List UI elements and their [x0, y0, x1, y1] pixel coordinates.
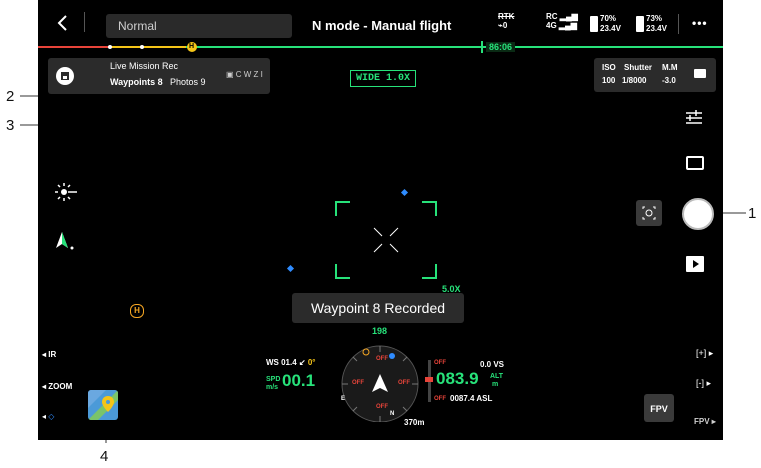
altitude-unit: ALT m: [490, 373, 504, 388]
waypoint-direction-dot: [389, 353, 395, 359]
mm-label: M.M: [662, 63, 678, 72]
fpv-toggle[interactable]: FPV ▸: [694, 417, 716, 426]
obstacle-off-left: OFF: [352, 380, 364, 386]
remaining-flight-time: 86:06: [486, 42, 516, 52]
obstacle-off-right: OFF: [398, 380, 410, 386]
battery1-pct: 70%: [600, 14, 617, 23]
battery2-volt: 23.4V: [646, 24, 667, 33]
zoom-out-button[interactable]: [-] ▸: [696, 378, 711, 389]
map-icon: [88, 390, 118, 420]
settings-sliders-icon[interactable]: [684, 110, 704, 126]
zoom-toggle[interactable]: ◂ ZOOM: [42, 382, 72, 391]
chevron-left-icon: [57, 15, 67, 31]
mm-value: -3.0: [662, 76, 676, 85]
compass-heading: 198: [372, 326, 388, 336]
iso-label: ISO: [602, 63, 616, 72]
aircraft-orientation-icon[interactable]: [54, 228, 78, 252]
home-distance: 370m: [404, 418, 425, 427]
play-icon: [693, 260, 699, 268]
drone-app-screen: Normal N mode - Manual flight RTK ⌁0 RC …: [38, 0, 723, 440]
save-icon: [61, 72, 69, 80]
waypoint-marker: [286, 264, 295, 273]
wind-speed: WS 01.4 ↙ 0°: [266, 358, 316, 367]
battery2-pct: 73%: [646, 14, 663, 23]
home-marker-label: H: [189, 43, 195, 50]
shutter-button[interactable]: [682, 198, 714, 230]
waypoint-count: Waypoints 8: [110, 77, 163, 87]
battery1-volt: 23.4V: [600, 24, 621, 33]
cell-signal: 4G ▂▄▆: [546, 21, 577, 30]
compass-n: N: [390, 411, 395, 417]
track-target-button[interactable]: [636, 200, 662, 226]
more-menu-button[interactable]: •••: [692, 16, 708, 30]
wide-toggle[interactable]: ◂ ◇: [42, 412, 54, 421]
vertical-speed: 0.0 VS: [480, 360, 505, 369]
shutter-value: 1/8000: [622, 76, 647, 85]
rtk-status[interactable]: RTK ⌁0: [498, 12, 530, 30]
exposure-panel[interactable]: ISO 100 Shutter 1/8000 M.M -3.0: [594, 58, 716, 92]
waypoint-marker: [400, 188, 409, 197]
horizontal-speed: 00.1: [282, 371, 316, 390]
flight-time-bar: [38, 41, 723, 53]
light-beacon-icon[interactable]: [54, 180, 78, 204]
altitude-asl: 0087.4 ASL: [450, 394, 493, 403]
zoom-badge[interactable]: WIDE 1.0X: [350, 70, 417, 87]
link-target-icon: [642, 206, 656, 220]
waypoint-recorded-toast: Waypoint 8 Recorded: [292, 293, 464, 323]
zoom-in-button[interactable]: [+] ▸: [696, 348, 713, 359]
ir-toggle[interactable]: ◂ IR: [42, 350, 56, 359]
home-point-map-marker: H: [130, 304, 144, 318]
rtk-sats: ⌁0: [498, 21, 508, 30]
back-button[interactable]: [52, 12, 74, 34]
mode-select[interactable]: Normal: [106, 14, 292, 38]
fpv-camera-button[interactable]: FPV: [644, 394, 674, 422]
iso-value: 100: [602, 76, 616, 85]
camera-settings-icon[interactable]: [694, 69, 706, 78]
rc-signal: RC ▂▄▆: [546, 12, 578, 21]
flight-mode-title: N mode - Manual flight: [312, 18, 452, 33]
divider: [84, 12, 85, 32]
altitude-indicator: [425, 377, 433, 382]
rtk-label: RTK: [498, 12, 515, 21]
off-tag-vs: OFF: [434, 360, 446, 366]
zoom-peek-label: 5.0X: [442, 284, 461, 292]
photo-video-mode-button[interactable]: [686, 156, 704, 170]
off-tag-asl: OFF: [434, 396, 446, 402]
save-mission-button[interactable]: [56, 67, 74, 85]
photo-count: Photos 9: [170, 77, 206, 87]
obstacle-off-top: OFF: [376, 356, 388, 362]
map-button[interactable]: [88, 390, 118, 420]
divider: [678, 14, 679, 34]
lens-tags: ▣ C W Z I: [226, 70, 263, 79]
rc-status[interactable]: RC ▂▄▆ 4G ▂▄▆: [546, 12, 582, 30]
altitude-value: 083.9: [436, 369, 479, 388]
focus-reticle[interactable]: [334, 200, 438, 280]
shutter-label: Shutter: [624, 63, 652, 72]
mission-title: Live Mission Rec: [110, 61, 179, 71]
obstacle-off-bottom: OFF: [376, 404, 388, 410]
battery-icon: [590, 16, 598, 32]
mission-record-panel[interactable]: Live Mission Rec Waypoints 8 Photos 9 ▣ …: [48, 58, 270, 94]
compass-e: E: [341, 396, 346, 402]
battery-icon: [636, 16, 644, 32]
playback-button[interactable]: [686, 256, 704, 272]
speed-unit: SPD m/s: [266, 376, 281, 391]
